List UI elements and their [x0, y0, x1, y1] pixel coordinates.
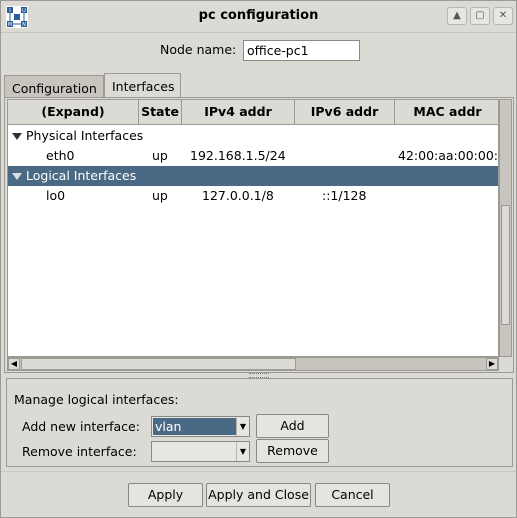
expand-toggle-icon[interactable]	[12, 173, 22, 180]
table-row[interactable]: eth0 up 192.168.1.5/24 42:00:aa:00:00:0	[8, 146, 499, 166]
vertical-scrollbar[interactable]	[499, 99, 512, 357]
remove-interface-value	[153, 443, 237, 460]
interface-ipv4: 127.0.0.1/8	[202, 188, 274, 203]
tab-interfaces-label: Interfaces	[112, 79, 175, 94]
maximize-icon: ▢	[475, 10, 485, 21]
column-header-ipv4[interactable]: IPv4 addr	[182, 100, 295, 125]
column-header-expand[interactable]: (Expand)	[8, 100, 139, 125]
close-window-button[interactable]: ✕	[493, 7, 513, 25]
interface-state: up	[152, 188, 168, 203]
tab-configuration-label: Configuration	[12, 81, 97, 96]
interfaces-tree[interactable]: (Expand) State IPv4 addr IPv6 addr MAC a…	[7, 99, 499, 357]
interface-state: up	[152, 148, 168, 163]
group-label: Logical Interfaces	[26, 168, 137, 183]
config-window: I U M N pc configuration ▲ ▢ ✕ Node name…	[0, 0, 517, 518]
remove-button[interactable]: Remove	[256, 439, 329, 463]
remove-interface-label: Remove interface:	[22, 444, 137, 459]
scroll-left-icon[interactable]: ◀	[8, 358, 20, 370]
column-header-mac[interactable]: MAC addr	[395, 100, 498, 125]
column-header-state[interactable]: State	[139, 100, 182, 125]
divider	[1, 471, 516, 472]
horizontal-scrollbar[interactable]: ◀ ▶	[7, 357, 499, 371]
shade-window-button[interactable]: ▲	[447, 7, 467, 25]
interface-mac: 42:00:aa:00:00:0	[398, 148, 499, 163]
apply-and-close-button[interactable]: Apply and Close	[206, 483, 311, 507]
maximize-window-button[interactable]: ▢	[470, 7, 490, 25]
node-name-label: Node name:	[160, 42, 237, 57]
chevron-down-icon[interactable]: ▼	[236, 442, 249, 461]
tab-interfaces[interactable]: Interfaces	[104, 73, 181, 98]
cancel-button[interactable]: Cancel	[315, 483, 390, 507]
add-interface-combobox[interactable]: vlan ▼	[151, 416, 250, 437]
column-header-ipv6[interactable]: IPv6 addr	[295, 100, 395, 125]
manage-section-title: Manage logical interfaces:	[14, 392, 179, 407]
close-icon: ✕	[498, 10, 508, 21]
window-title: pc configuration	[198, 8, 319, 23]
table-row[interactable]: lo0 up 127.0.0.1/8 ::1/128	[8, 186, 498, 206]
interface-ipv6: ::1/128	[322, 188, 367, 203]
group-row-physical[interactable]: Physical Interfaces	[8, 126, 498, 146]
node-name-input[interactable]	[243, 40, 360, 61]
group-row-logical[interactable]: Logical Interfaces	[8, 166, 498, 186]
interface-name: eth0	[46, 148, 75, 163]
title-bar[interactable]: I U M N pc configuration ▲ ▢ ✕	[1, 1, 516, 33]
add-interface-value: vlan	[153, 418, 237, 435]
group-label: Physical Interfaces	[26, 128, 144, 143]
apply-button[interactable]: Apply	[128, 483, 203, 507]
tab-configuration[interactable]: Configuration	[4, 75, 104, 98]
scroll-right-icon[interactable]: ▶	[486, 358, 498, 370]
add-interface-label: Add new interface:	[22, 419, 140, 434]
interface-name: lo0	[46, 188, 66, 203]
add-button[interactable]: Add	[256, 414, 329, 438]
interface-ipv4: 192.168.1.5/24	[190, 148, 286, 163]
horizontal-scrollbar-thumb[interactable]	[21, 358, 296, 370]
chevron-up-icon: ▲	[453, 10, 461, 21]
expand-toggle-icon[interactable]	[12, 133, 22, 140]
chevron-down-icon[interactable]: ▼	[236, 417, 249, 436]
vertical-scrollbar-thumb[interactable]	[501, 205, 510, 325]
remove-interface-combobox[interactable]: ▼	[151, 441, 250, 462]
